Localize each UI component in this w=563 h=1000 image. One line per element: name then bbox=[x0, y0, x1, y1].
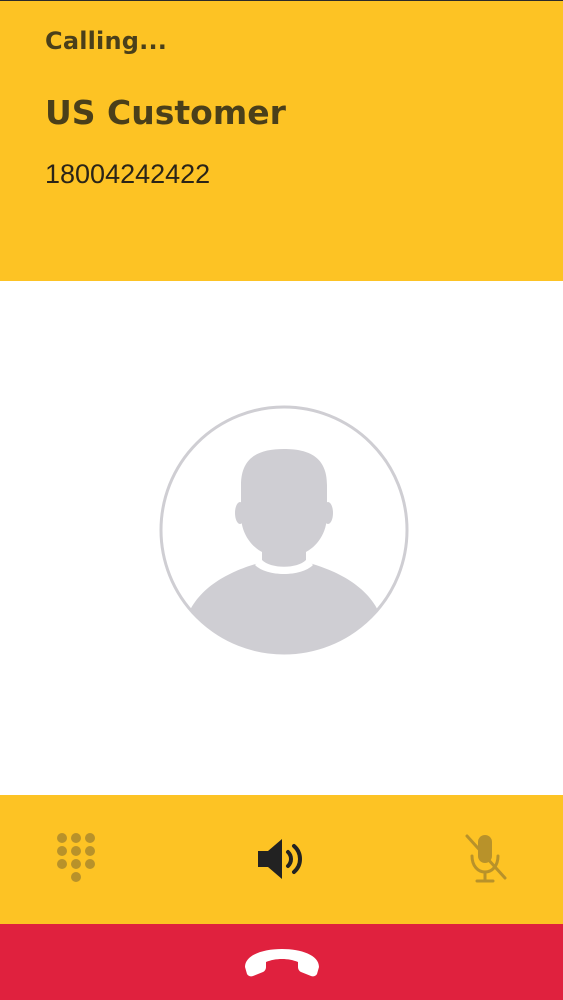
call-header: Calling... US Customer 18004242422 bbox=[0, 0, 563, 281]
microphone-muted-icon bbox=[465, 834, 507, 883]
mute-button[interactable] bbox=[458, 831, 514, 887]
phone-number: 18004242422 bbox=[45, 159, 211, 189]
call-controls bbox=[0, 795, 563, 924]
call-status: Calling... bbox=[45, 27, 168, 55]
contact-name: US Customer bbox=[45, 93, 286, 132]
dialpad-button[interactable] bbox=[48, 831, 104, 887]
avatar bbox=[159, 405, 409, 655]
speaker-icon bbox=[258, 839, 302, 879]
avatar-area bbox=[0, 281, 563, 795]
dialpad-icon bbox=[57, 833, 95, 882]
speaker-button[interactable] bbox=[254, 831, 310, 887]
end-call-button[interactable] bbox=[0, 924, 563, 1000]
phone-hangup-icon bbox=[244, 949, 319, 977]
call-screen: Calling... US Customer 18004242422 bbox=[0, 0, 563, 1000]
